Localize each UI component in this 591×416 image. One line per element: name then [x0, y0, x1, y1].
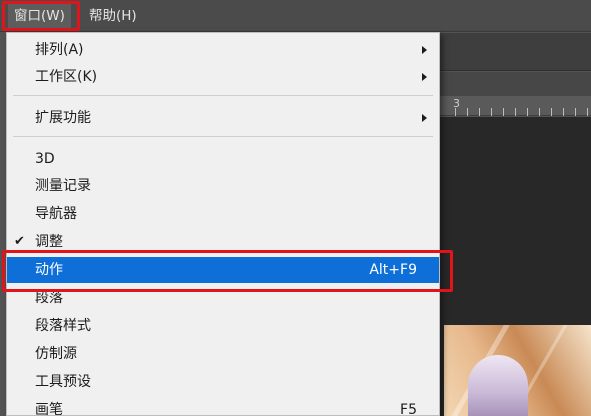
menu-item-shortcut: Alt+F9: [369, 262, 417, 278]
menu-bar: 窗口(W) 帮助(H): [0, 0, 591, 32]
menu-item-label: 画笔: [35, 402, 63, 416]
menu-item-label: 段落样式: [35, 318, 91, 334]
menu-item-label: 仿制源: [35, 346, 77, 362]
menu-item-label: 扩展功能: [35, 110, 91, 126]
menu-item-label: 调整: [35, 234, 63, 250]
menu-item-measurement-log[interactable]: 测量记录: [7, 173, 439, 199]
menu-item-navigator[interactable]: 导航器: [7, 201, 439, 227]
window-dropdown-menu: 排列(A) 工作区(K) 扩展功能 3D 测量记录 导航器 ✔ 调整 动作 Al…: [6, 32, 440, 416]
menu-item-label: 导航器: [35, 206, 77, 222]
menu-item-label: 排列(A): [35, 42, 84, 58]
menu-separator: [13, 95, 433, 96]
ruler-number: 3: [453, 97, 460, 110]
menu-item-arrange[interactable]: 排列(A): [7, 37, 439, 63]
menu-item-shortcut: F5: [400, 402, 417, 416]
submenu-arrow-icon: [422, 73, 427, 81]
submenu-arrow-icon: [422, 46, 427, 54]
menu-item-label: 3D: [35, 151, 55, 167]
menu-item-clone-source[interactable]: 仿制源: [7, 341, 439, 367]
submenu-arrow-icon: [422, 114, 427, 122]
menu-item-extensions[interactable]: 扩展功能: [7, 105, 439, 131]
menu-item-label: 测量记录: [35, 178, 91, 194]
menu-item-label: 工具预设: [35, 374, 91, 390]
menu-item-adjustments[interactable]: ✔ 调整: [7, 229, 439, 255]
menu-help-label: 帮助(H): [89, 8, 137, 24]
document-tab-strip: [440, 72, 591, 96]
menu-help[interactable]: 帮助(H): [83, 3, 143, 29]
menu-separator: [13, 136, 433, 137]
menu-window-label: 窗口(W): [14, 8, 65, 24]
menu-item-3d[interactable]: 3D: [7, 146, 439, 172]
menu-item-label: 工作区(K): [35, 69, 98, 85]
menu-item-workspace[interactable]: 工作区(K): [7, 64, 439, 90]
canvas-figure: [468, 355, 528, 416]
menu-item-brush[interactable]: 画笔 F5: [7, 397, 439, 416]
menu-item-actions[interactable]: 动作 Alt+F9: [7, 257, 439, 283]
menu-item-paragraph-styles[interactable]: 段落样式: [7, 313, 439, 339]
check-icon: ✔: [14, 234, 25, 249]
menu-item-label: 动作: [35, 262, 63, 278]
menu-item-label: 段落: [35, 290, 63, 306]
menu-item-paragraph[interactable]: 段落: [7, 285, 439, 311]
ruler-ticks: [455, 108, 591, 116]
options-bar: [440, 33, 591, 71]
menu-item-tool-presets[interactable]: 工具预设: [7, 369, 439, 395]
menu-window[interactable]: 窗口(W): [8, 3, 71, 29]
